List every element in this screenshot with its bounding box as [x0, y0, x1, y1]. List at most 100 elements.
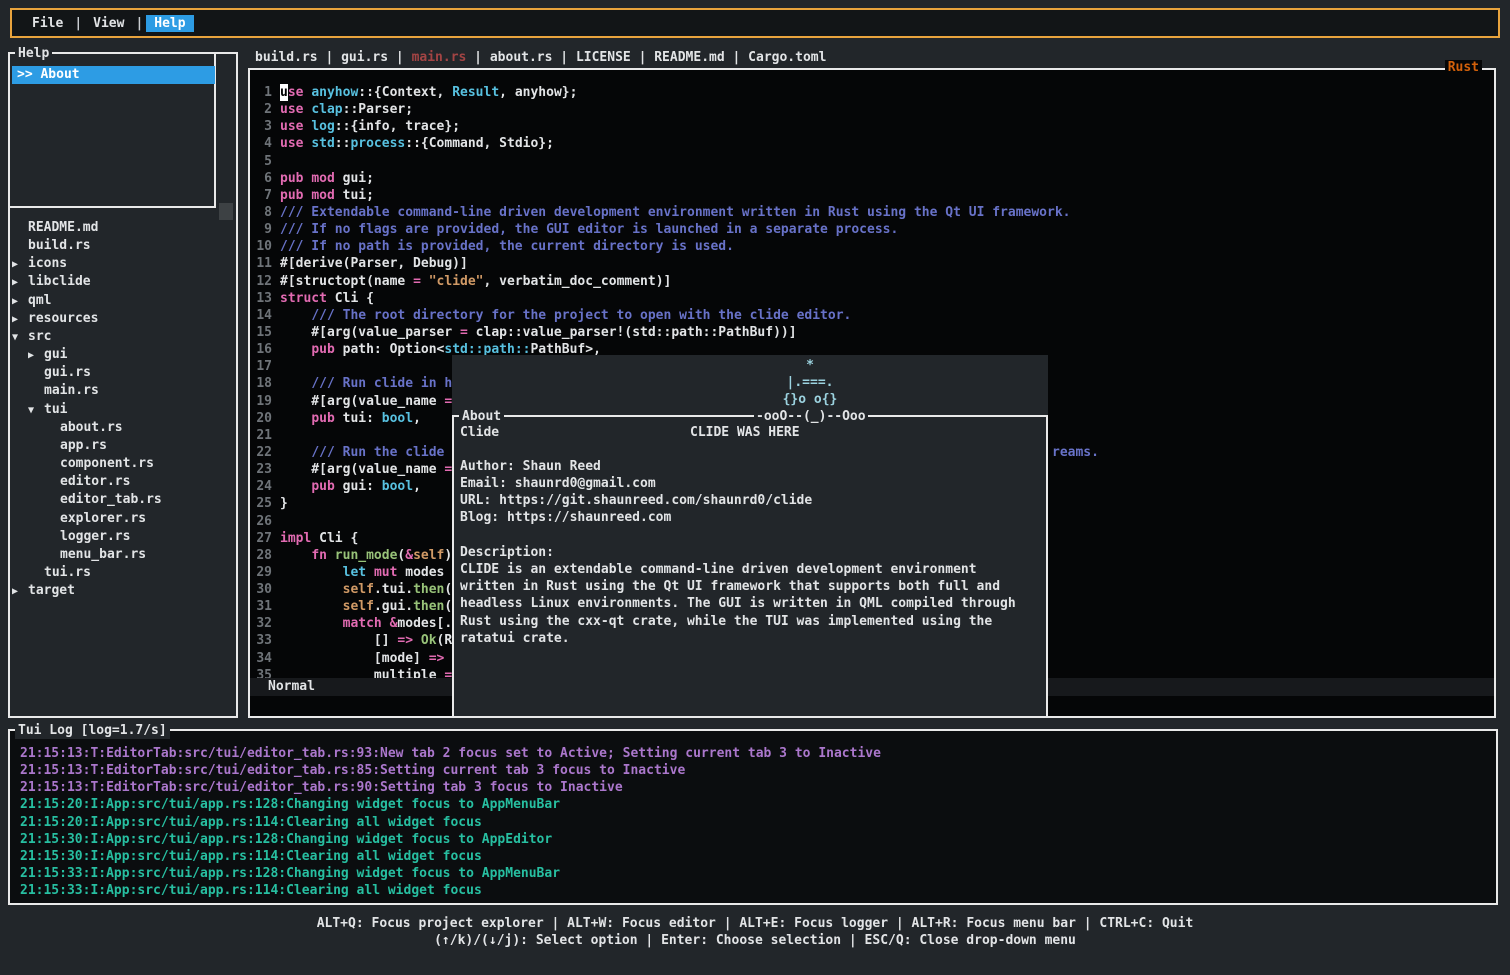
code-line[interactable]: 7pub mod tui;: [250, 187, 374, 204]
tree-item-tui[interactable]: ▼tui: [10, 401, 232, 419]
tree-item-about-rs[interactable]: about.rs: [10, 419, 232, 437]
code-line[interactable]: 32 match &modes[.: [250, 615, 452, 632]
code-token: [280, 410, 311, 427]
tree-item-gui[interactable]: ▶gui: [10, 346, 232, 364]
tab-separator: |: [388, 50, 411, 65]
tab-main-rs[interactable]: main.rs: [412, 50, 467, 65]
tab-gui-rs[interactable]: gui.rs: [341, 50, 388, 65]
code-token: impl: [280, 530, 311, 547]
log-entry-info: 21:15:30:I:App:src/tui/app.rs:128:Changi…: [20, 831, 881, 848]
explorer-scrollbar-thumb[interactable]: [219, 203, 233, 220]
code-line[interactable]: 33 [] => Ok(R: [250, 632, 452, 649]
tree-expanded-icon: ▼: [28, 402, 44, 419]
tab-readme-md[interactable]: README.md: [654, 50, 724, 65]
code-line[interactable]: 4use std::process::{Command, Stdio};: [250, 135, 554, 152]
code-line[interactable]: 34 [mode] =>: [250, 650, 444, 667]
menu-item-view[interactable]: View: [85, 15, 132, 32]
tab-about-rs[interactable]: about.rs: [490, 50, 553, 65]
code-line[interactable]: 22 /// Run the clide: [250, 444, 452, 461]
tree-collapsed-icon: ▶: [28, 347, 44, 364]
code-line[interactable]: 20 pub tui: bool,: [250, 410, 421, 427]
code-line[interactable]: 14 /// The root directory for the projec…: [250, 307, 851, 324]
code-token: [303, 118, 311, 135]
tree-item-libclide[interactable]: ▶libclide: [10, 273, 232, 291]
code-line[interactable]: 9/// If no flags are provided, the GUI e…: [250, 221, 898, 238]
code-line[interactable]: 25}: [250, 495, 288, 512]
tree-item-tui-rs[interactable]: tui.rs: [10, 564, 232, 582]
tree-item-icons[interactable]: ▶icons: [10, 255, 232, 273]
code-line[interactable]: 19 #[arg(value_name =: [250, 393, 452, 410]
tab-license[interactable]: LICENSE: [576, 50, 631, 65]
menu-item-file[interactable]: File: [24, 15, 71, 32]
code-line[interactable]: 27impl Cli {: [250, 530, 358, 547]
code-line[interactable]: 13struct Cli {: [250, 290, 374, 307]
code-line[interactable]: 15 #[arg(value_parser = clap::value_pars…: [250, 324, 797, 341]
tree-item-editor-tab-rs[interactable]: editor_tab.rs: [10, 491, 232, 509]
tree-item-label: about.rs: [60, 420, 123, 435]
menu-item-help[interactable]: Help: [146, 15, 193, 32]
tab-cargo-toml[interactable]: Cargo.toml: [748, 50, 826, 65]
code-token: =: [460, 324, 468, 341]
code-token: modes: [397, 564, 444, 581]
code-line[interactable]: 2use clap::Parser;: [250, 101, 413, 118]
line-number: 11: [254, 255, 272, 272]
tree-item-logger-rs[interactable]: logger.rs: [10, 528, 232, 546]
tree-item-target[interactable]: ▶target: [10, 582, 232, 600]
code-line[interactable]: 3use log::{info, trace};: [250, 118, 460, 135]
help-panel-title: Help: [15, 46, 52, 62]
code-line[interactable]: 28 fn run_mode(&self): [250, 547, 452, 564]
code-line[interactable]: 23 #[arg(value_name =: [250, 461, 452, 478]
tree-item-gui-rs[interactable]: gui.rs: [10, 364, 232, 382]
tree-item-app-rs[interactable]: app.rs: [10, 437, 232, 455]
tree-item-resources[interactable]: ▶resources: [10, 310, 232, 328]
code-line[interactable]: 21: [250, 427, 280, 444]
code-token: bool: [382, 410, 413, 427]
tree-item-component-rs[interactable]: component.rs: [10, 455, 232, 473]
line-number: 10: [254, 238, 272, 255]
tree-item-editor-rs[interactable]: editor.rs: [10, 473, 232, 491]
code-line[interactable]: 18 /// Run clide in h: [250, 375, 452, 392]
code-token: (R: [437, 632, 453, 649]
code-line[interactable]: 6pub mod gui;: [250, 170, 374, 187]
code-line[interactable]: 26: [250, 513, 280, 530]
log-entry-trace: 21:15:13:T:EditorTab:src/tui/editor_tab.…: [20, 745, 881, 762]
tree-item-explorer-rs[interactable]: explorer.rs: [10, 510, 232, 528]
about-app-name: Clide: [460, 424, 499, 441]
code-line[interactable]: 29 let mut modes: [250, 564, 444, 581]
code-token: let: [343, 564, 366, 581]
tree-item-qml[interactable]: ▶qml: [10, 292, 232, 310]
code-line[interactable]: 8/// Extendable command-line driven deve…: [250, 204, 1071, 221]
code-token: mut: [374, 564, 397, 581]
code-line[interactable]: 17: [250, 358, 280, 375]
code-token: [280, 307, 311, 324]
code-token: use: [280, 135, 303, 152]
code-line[interactable]: 12#[structopt(name = "clide", verbatim_d…: [250, 273, 671, 290]
tree-item-src[interactable]: ▼src: [10, 328, 232, 346]
tree-item-readme-md[interactable]: README.md: [10, 219, 232, 237]
code-token: ,: [413, 410, 421, 427]
code-token: ::: [335, 135, 351, 152]
code-token: [280, 478, 311, 495]
tree-item-menu-bar-rs[interactable]: menu_bar.rs: [10, 546, 232, 564]
code-line[interactable]: 31 self.gui.then(: [250, 598, 452, 615]
tree-item-label: libclide: [28, 274, 91, 289]
code-line[interactable]: 24 pub gui: bool,: [250, 478, 421, 495]
code-token: bool: [382, 478, 413, 495]
tree-item-main-rs[interactable]: main.rs: [10, 382, 232, 400]
code-token: fn: [311, 547, 327, 564]
code-line[interactable]: 5: [250, 153, 280, 170]
tree-item-label: README.md: [28, 220, 98, 235]
code-line[interactable]: 30 self.tui.then(: [250, 581, 452, 598]
log-entry-trace: 21:15:13:T:EditorTab:src/tui/editor_tab.…: [20, 762, 881, 779]
code-line[interactable]: 11#[derive(Parser, Debug)]: [250, 255, 468, 272]
code-line[interactable]: 1use anyhow::{Context, Result, anyhow};: [250, 84, 577, 101]
line-number: 22: [254, 444, 272, 461]
help-menu-option-about[interactable]: >> About: [12, 66, 215, 84]
about-popup: * |.===. {}o o{} About -ooO--(_)--Ooo Cl…: [452, 355, 1048, 718]
code-token: tui:: [335, 410, 382, 427]
code-token: pub: [311, 410, 334, 427]
tab-build-rs[interactable]: build.rs: [255, 50, 318, 65]
tree-item-build-rs[interactable]: build.rs: [10, 237, 232, 255]
code-line[interactable]: 10/// If no path is provided, the curren…: [250, 238, 734, 255]
code-token: /// Run the clide: [311, 444, 452, 461]
